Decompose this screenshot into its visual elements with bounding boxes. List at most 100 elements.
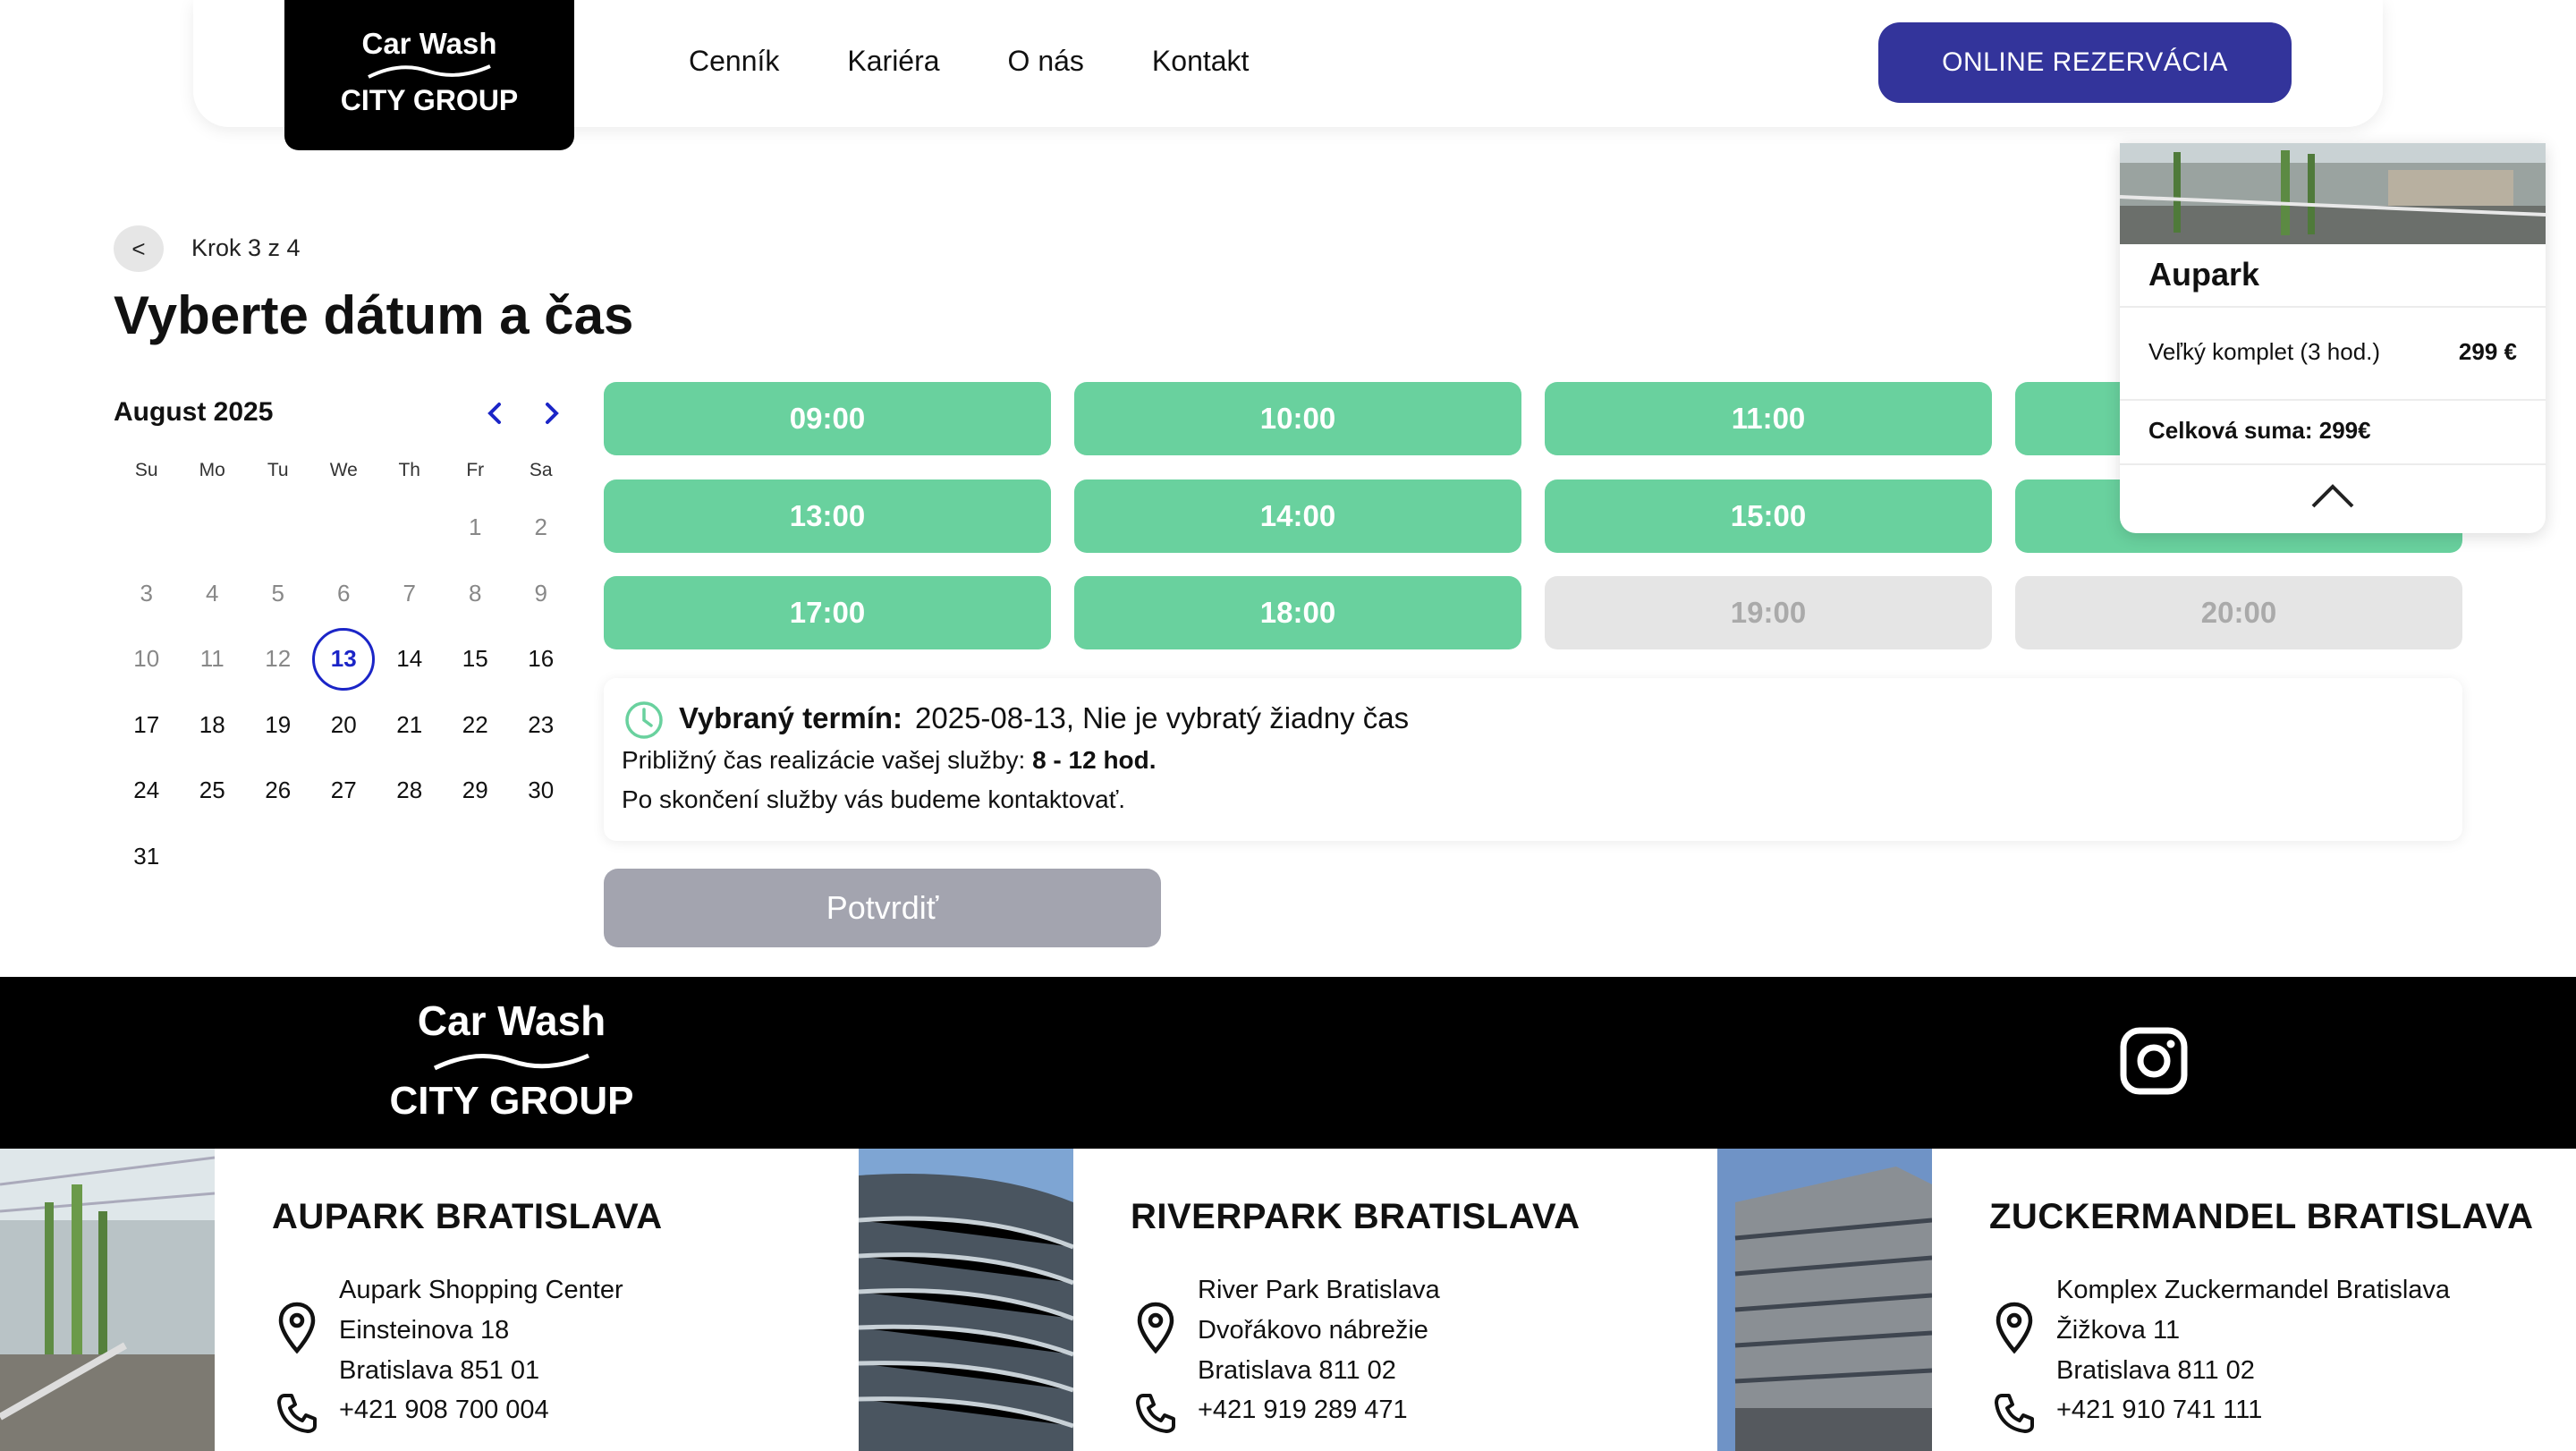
brand-logo[interactable]: Car Wash CITY GROUP	[284, 0, 574, 150]
calendar-day-number: 13	[312, 627, 376, 691]
calendar-day: 10	[114, 626, 180, 692]
calendar-day: 12	[245, 626, 311, 692]
time-slot: 19:00	[1545, 576, 1992, 649]
footer-logo-line2: CITY GROUP	[389, 1079, 634, 1123]
calendar-day[interactable]: 23	[508, 692, 574, 759]
calendar-day-number: 19	[265, 710, 292, 738]
calendar-day[interactable]: 29	[443, 758, 509, 824]
confirm-button[interactable]: Potvrdiť	[604, 869, 1161, 947]
nav-o-nas[interactable]: O nás	[1008, 45, 1084, 78]
calendar-day: 5	[245, 561, 311, 627]
calendar-day[interactable]: 20	[311, 692, 377, 759]
calendar-day[interactable]: 25	[180, 758, 246, 824]
footer-logo[interactable]: Car Wash CITY GROUP	[376, 997, 648, 1131]
location-title-aupark: AUPARK BRATISLAVA	[272, 1197, 663, 1236]
online-reservation-button[interactable]: ONLINE REZERVÁCIA	[1878, 22, 2292, 103]
calendar-empty-cell	[180, 495, 246, 561]
weekday-label: Sa	[529, 460, 553, 480]
calendar-day: 3	[114, 561, 180, 627]
location-pin-icon	[1137, 1302, 1174, 1354]
calendar-day: 6	[311, 561, 377, 627]
calendar-day[interactable]: 30	[508, 758, 574, 824]
location-phone-aupark[interactable]: +421 908 700 004	[339, 1396, 549, 1425]
calendar-day-number: 16	[528, 645, 555, 673]
calendar-day: 11	[180, 626, 246, 692]
calendar-day-number: 31	[133, 842, 160, 870]
calendar-day[interactable]: 19	[245, 692, 311, 759]
address-line: Žižkova 11	[2056, 1316, 2181, 1345]
booking-page: Car Wash CITY GROUP Cenník Kariéra O nás…	[0, 0, 2576, 1451]
time-slot[interactable]: 14:00	[1074, 479, 1521, 553]
chevron-left-icon[interactable]	[479, 397, 512, 429]
calendar-day-number: 25	[199, 776, 225, 804]
calendar-day-number: 20	[330, 710, 357, 738]
calendar-day-number: 12	[265, 645, 292, 673]
riverpark-photo	[859, 1149, 1073, 1451]
logo-line1: Car Wash	[361, 27, 497, 60]
address-line: Einsteinova 18	[339, 1316, 510, 1345]
clock-icon	[625, 701, 663, 739]
weekday-label: Th	[398, 460, 420, 480]
selected-term-panel: Vybraný termín: 2025-08-13, Nie je vybrat…	[604, 678, 2462, 841]
time-slot[interactable]: 13:00	[604, 479, 1051, 553]
calendar-day-number: 6	[337, 579, 351, 607]
calendar-day[interactable]: 17	[114, 692, 180, 759]
footer-logo-swoosh-icon	[433, 1053, 589, 1071]
location-phone-riverpark[interactable]: +421 919 289 471	[1198, 1396, 1408, 1425]
selected-term-line: Vybraný termín: 2025-08-13, Nie je vybrat…	[679, 701, 1409, 735]
location-pin-icon	[1996, 1302, 2033, 1354]
chevron-up-icon[interactable]	[2309, 481, 2356, 510]
nav-kontakt[interactable]: Kontakt	[1152, 45, 1250, 78]
time-slot[interactable]: 18:00	[1074, 576, 1521, 649]
calendar-day: 8	[443, 561, 509, 627]
order-summary-card: Aupark Veľký komplet (3 hod.) 299 € Celk…	[2120, 143, 2546, 533]
address-line: Dvořákovo nábrežie	[1198, 1316, 1428, 1345]
calendar-day-number: 30	[528, 776, 555, 804]
calendar-empty-cell	[311, 495, 377, 561]
calendar-empty-cell	[114, 495, 180, 561]
calendar-day[interactable]: 26	[245, 758, 311, 824]
calendar-day-number: 22	[462, 710, 488, 738]
calendar-day-number: 8	[469, 579, 482, 607]
calendar-day: 7	[377, 561, 443, 627]
nav-kariera[interactable]: Kariéra	[847, 45, 939, 78]
calendar-day-number: 23	[528, 710, 555, 738]
calendar-day[interactable]: 22	[443, 692, 509, 759]
calendar-day[interactable]: 16	[508, 626, 574, 692]
summary-location: Aupark	[2148, 256, 2260, 293]
calendar-day[interactable]: 21	[377, 692, 443, 759]
logo-swoosh-icon	[368, 64, 491, 79]
calendar-day-number: 26	[265, 776, 292, 804]
calendar-day[interactable]: 15	[443, 626, 509, 692]
time-slot[interactable]: 11:00	[1545, 382, 1992, 455]
address-line: River Park Bratislava	[1198, 1276, 1440, 1304]
calendar-day[interactable]: 14	[377, 626, 443, 692]
calendar-empty-cell	[377, 495, 443, 561]
chevron-right-icon[interactable]	[535, 397, 567, 429]
location-address-zuckermandel: Komplex Zuckermandel Bratislava Žižkova …	[2056, 1270, 2450, 1391]
selected-term-label: Vybraný termín:	[679, 701, 903, 734]
time-slot[interactable]: 09:00	[604, 382, 1051, 455]
nav-cennik[interactable]: Cenník	[689, 45, 779, 78]
calendar-day[interactable]: 28	[377, 758, 443, 824]
calendar-day[interactable]: 24	[114, 758, 180, 824]
calendar-day[interactable]: 31	[114, 824, 180, 890]
calendar-day-number: 9	[534, 579, 547, 607]
time-slot[interactable]: 15:00	[1545, 479, 1992, 553]
calendar-day[interactable]: 13	[311, 626, 377, 692]
time-slot[interactable]: 17:00	[604, 576, 1051, 649]
calendar-day-number: 15	[462, 645, 488, 673]
location-phone-zuckermandel[interactable]: +421 910 741 111	[2056, 1396, 2262, 1425]
location-title-riverpark: RIVERPARK BRATISLAVA	[1131, 1197, 1580, 1236]
calendar-day: 2	[508, 495, 574, 561]
back-button[interactable]: <	[114, 225, 164, 272]
summary-price: 299 €	[2458, 338, 2517, 365]
instagram-icon[interactable]	[2118, 1025, 2190, 1097]
calendar-day-number: 3	[140, 579, 153, 607]
calendar-day-number: 29	[462, 776, 488, 804]
weekday-label: Tu	[267, 460, 289, 480]
calendar-day[interactable]: 18	[180, 692, 246, 759]
calendar-empty-cell	[245, 495, 311, 561]
time-slot[interactable]: 10:00	[1074, 382, 1521, 455]
calendar-day[interactable]: 27	[311, 758, 377, 824]
